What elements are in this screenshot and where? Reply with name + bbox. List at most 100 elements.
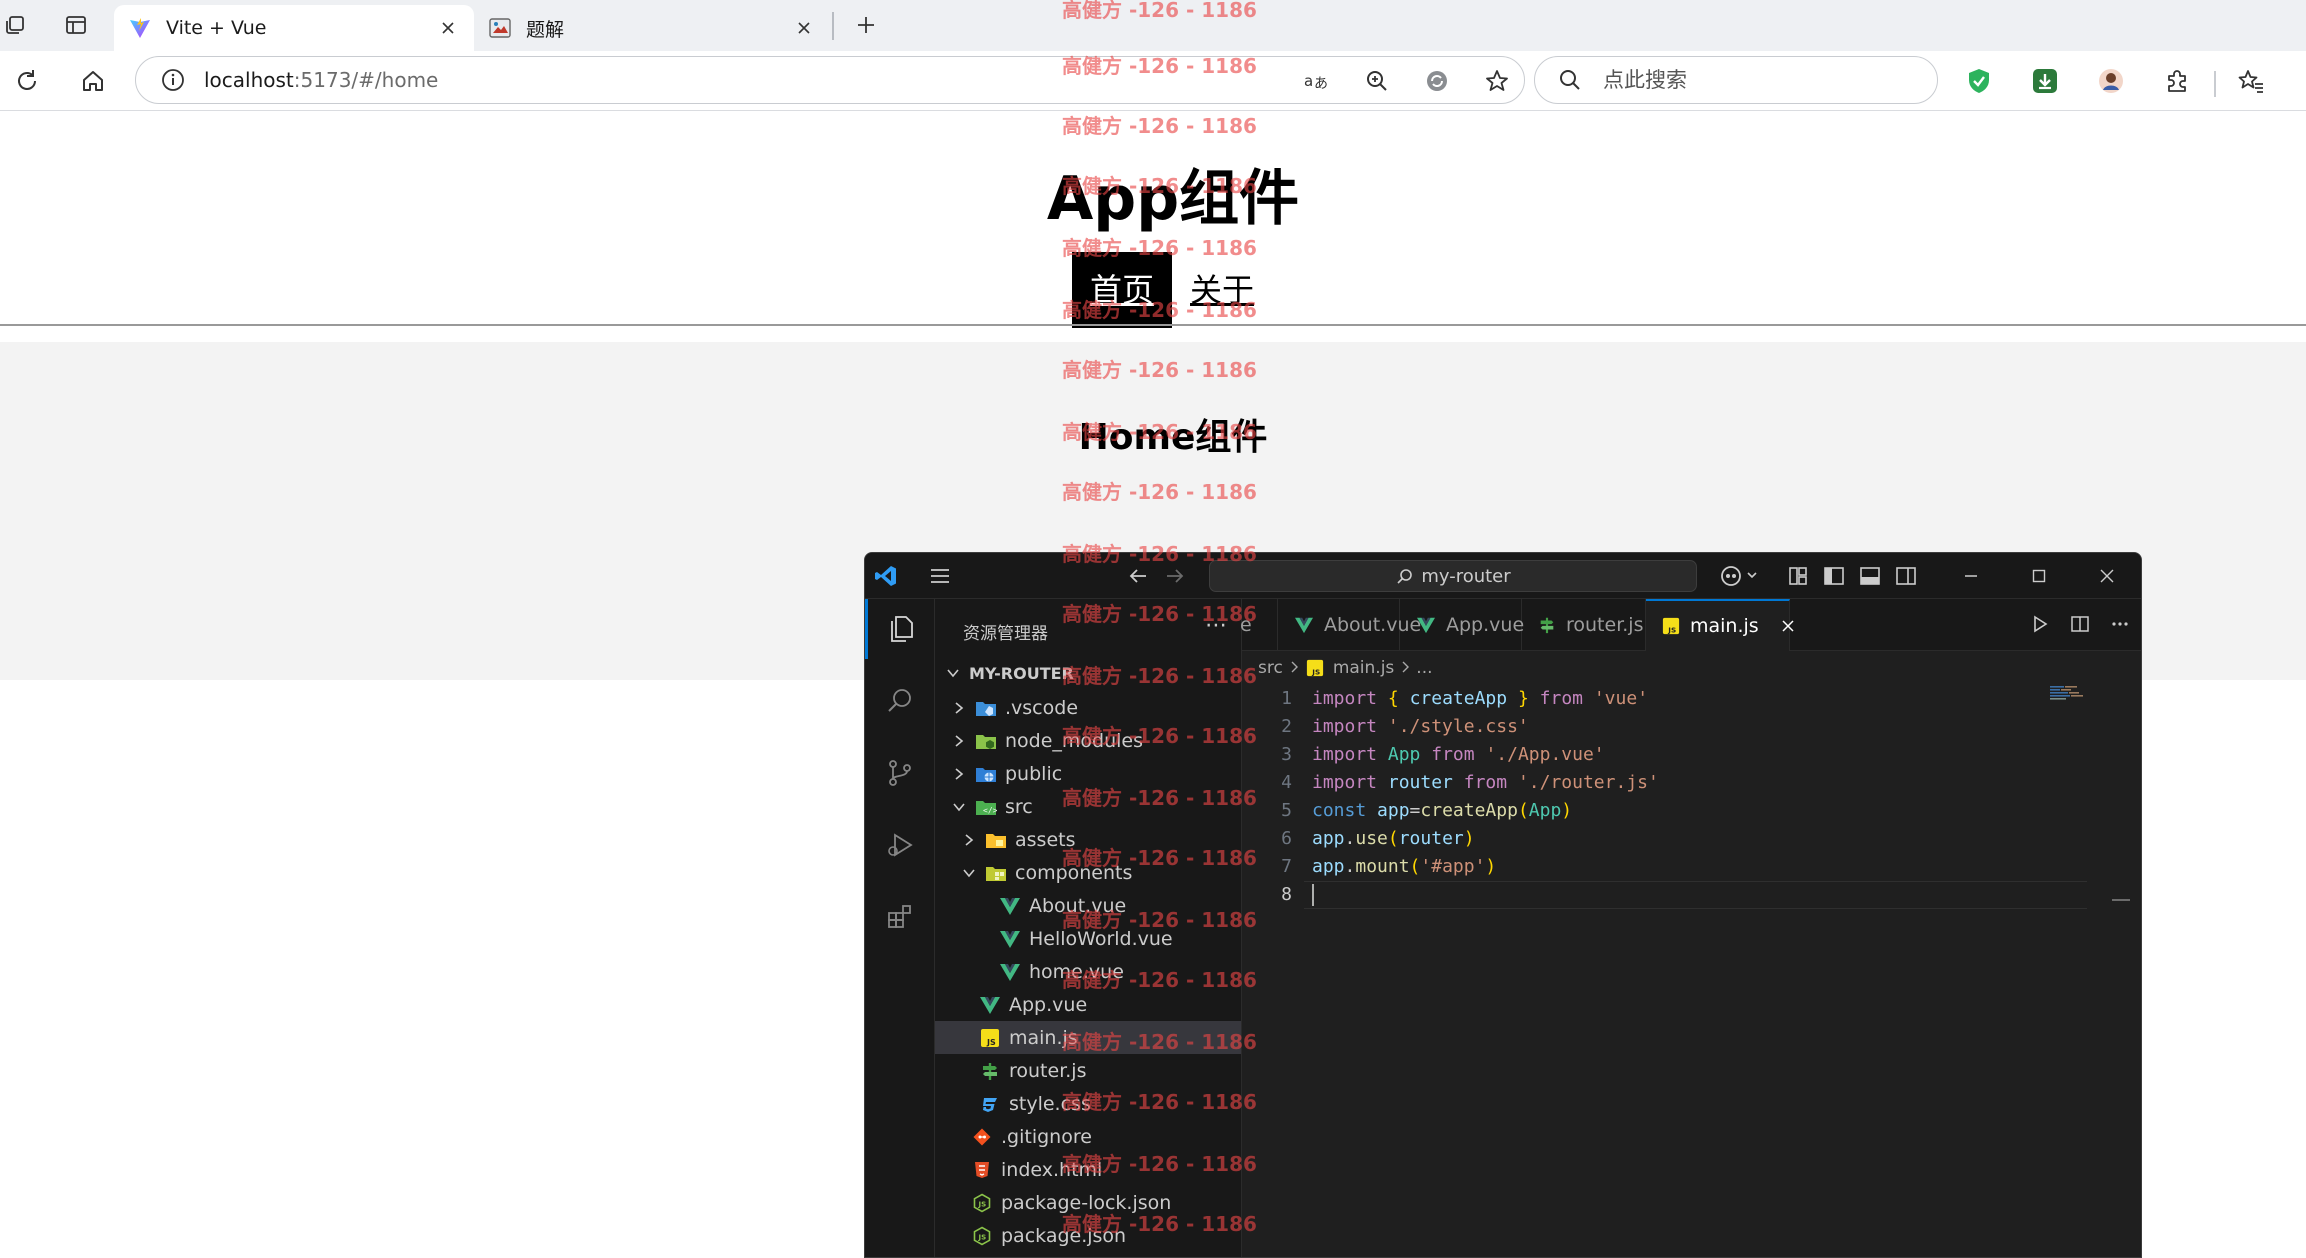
close-window-icon[interactable] <box>2073 553 2141 599</box>
toggle-sidebar-icon[interactable] <box>1819 561 1849 591</box>
tree-item-label: main.js <box>1009 1026 1078 1049</box>
search-icon[interactable] <box>865 671 935 731</box>
scrollbar-indicator[interactable] <box>2112 899 2130 901</box>
code-text: const app=createApp(App) <box>1312 800 1573 821</box>
close-icon[interactable] <box>436 16 460 40</box>
svg-text:</>: </> <box>983 806 997 815</box>
tree-item-package-json[interactable]: JS package.json <box>935 1219 1241 1252</box>
home-icon[interactable] <box>76 64 110 98</box>
html-file-icon <box>971 1159 993 1181</box>
toggle-panel-icon[interactable] <box>1855 561 1885 591</box>
code-text: app.mount('#app') <box>1312 856 1497 877</box>
breadcrumb-folder[interactable]: src <box>1258 658 1283 678</box>
line-number: 6 <box>1281 828 1292 849</box>
tree-item-label: HelloWorld.vue <box>1029 927 1173 950</box>
workspaces-icon[interactable] <box>0 10 30 40</box>
favorites-list-icon[interactable] <box>2234 64 2268 98</box>
tree-item-assets[interactable]: assets <box>935 823 1241 856</box>
extensions-icon[interactable] <box>865 887 935 947</box>
address-bar[interactable]: localhost:5173/#/home aあ <box>135 56 1525 104</box>
editor-tab-main-js[interactable]: JS main.js <box>1646 599 1794 651</box>
split-editor-icon[interactable] <box>2067 611 2093 637</box>
run-icon[interactable] <box>2027 611 2053 637</box>
code-text: app.use(router) <box>1312 828 1475 849</box>
browser-toolbar: localhost:5173/#/home aあ <box>0 51 2306 111</box>
search-icon <box>1555 65 1585 95</box>
copilot-icon[interactable] <box>1717 561 1763 591</box>
nav-link-home[interactable]: 首页 <box>1072 252 1173 328</box>
tree-item-vscode[interactable]: .vscode <box>935 691 1241 724</box>
source-control-icon[interactable] <box>865 743 935 803</box>
tree-item-index-html[interactable]: index.html <box>935 1153 1241 1186</box>
close-icon[interactable] <box>1781 619 1795 633</box>
refresh-extension-icon[interactable] <box>1420 64 1454 98</box>
tree-item-style-css[interactable]: style.css <box>935 1087 1241 1120</box>
extensions-puzzle-icon[interactable] <box>2160 64 2194 98</box>
tree-item-helloworld-vue[interactable]: HelloWorld.vue <box>935 922 1241 955</box>
command-center[interactable]: my-router <box>1209 560 1697 592</box>
back-arrow-icon[interactable] <box>1123 561 1153 591</box>
editor-tab-label: App.vue <box>1446 614 1525 636</box>
tree-item-components[interactable]: components <box>935 856 1241 889</box>
minimize-icon[interactable] <box>1937 553 2005 599</box>
tree-item-about-vue[interactable]: About.vue <box>935 889 1241 922</box>
minimap[interactable] <box>2050 685 2084 701</box>
read-aloud-icon[interactable]: aあ <box>1300 64 1334 98</box>
chevron-right-icon <box>949 701 969 715</box>
explorer-root-folder[interactable]: MY-ROUTER <box>935 659 1241 687</box>
zoom-icon[interactable] <box>1360 64 1394 98</box>
search-input[interactable] <box>1603 68 1903 92</box>
tree-item-label: package.json <box>1001 1224 1127 1247</box>
run-debug-icon[interactable] <box>865 815 935 875</box>
svg-text:JS: JS <box>978 1233 987 1241</box>
editor-tab-router-js[interactable]: router.js <box>1522 599 1646 651</box>
tree-item-main-js[interactable]: JS main.js <box>935 1021 1241 1054</box>
breadcrumb-file[interactable]: main.js <box>1333 658 1394 678</box>
vertical-tabs-icon[interactable] <box>61 10 91 40</box>
favorite-star-icon[interactable] <box>1480 64 1514 98</box>
chevron-right-icon <box>1289 658 1299 678</box>
chevron-right-icon <box>949 767 969 781</box>
code-line: 3 import App from './App.vue' <box>1242 741 2141 769</box>
tree-item-src[interactable]: </> src <box>935 790 1241 823</box>
site-info-icon[interactable] <box>158 65 188 95</box>
tree-item-router-js[interactable]: router.js <box>935 1054 1241 1087</box>
explorer-sidebar: 资源管理器 ⋯ MY-ROUTER .vscode node_modules p… <box>935 599 1242 1257</box>
tree-item-node-modules[interactable]: node_modules <box>935 724 1241 757</box>
folder-src-open-icon: </> <box>975 796 997 818</box>
tab-vite-vue[interactable]: Vite + Vue <box>114 5 474 51</box>
explorer-files-icon[interactable] <box>865 599 935 659</box>
more-actions-icon[interactable] <box>2107 611 2133 637</box>
menu-icon[interactable] <box>925 561 955 591</box>
editor-tab-about-vue[interactable]: About.vue <box>1278 599 1421 651</box>
url-text[interactable]: localhost:5173/#/home <box>204 68 438 92</box>
breadcrumb-tail[interactable]: ... <box>1416 658 1432 678</box>
tree-item-app-vue[interactable]: App.vue <box>935 988 1241 1021</box>
maximize-icon[interactable] <box>2005 553 2073 599</box>
tree-item-public[interactable]: public <box>935 757 1241 790</box>
editor-tab-partial[interactable]: e <box>1224 599 1278 651</box>
tree-item-home-vue[interactable]: home.vue <box>935 955 1241 988</box>
download-extension-icon[interactable] <box>2028 64 2062 98</box>
nav-link-about[interactable]: 关于 <box>1172 252 1272 328</box>
new-tab-icon[interactable] <box>851 10 881 40</box>
svg-text:JS: JS <box>986 1038 996 1047</box>
code-line: 5 const app=createApp(App) <box>1242 797 2141 825</box>
search-box[interactable] <box>1534 56 1938 104</box>
reload-icon[interactable] <box>10 64 44 98</box>
tab-tijie[interactable]: 题解 <box>474 5 830 51</box>
forward-arrow-icon[interactable] <box>1160 561 1190 591</box>
line-number: 1 <box>1281 688 1292 709</box>
tree-item-package-lock-json[interactable]: JS package-lock.json <box>935 1186 1241 1219</box>
close-icon[interactable] <box>792 16 816 40</box>
customize-layout-icon[interactable] <box>1783 561 1813 591</box>
toggle-secondary-sidebar-icon[interactable] <box>1891 561 1921 591</box>
folder-node-icon <box>975 730 997 752</box>
editor-tab-app-vue[interactable]: App.vue <box>1400 599 1525 651</box>
editor-tab-bar: e About.vue App.vue router.js JS main.js <box>1240 599 2141 651</box>
profile-avatar-icon[interactable] <box>2094 64 2128 98</box>
vscode-title-bar: my-router <box>865 553 2141 599</box>
code-line: 8 <box>1242 881 2141 909</box>
shield-extension-icon[interactable] <box>1962 64 1996 98</box>
tree-item-gitignore[interactable]: .gitignore <box>935 1120 1241 1153</box>
